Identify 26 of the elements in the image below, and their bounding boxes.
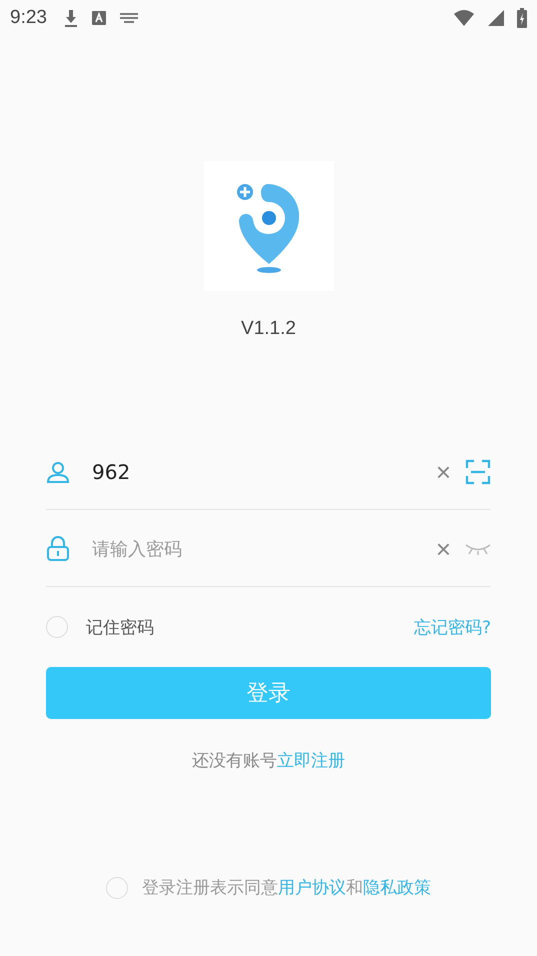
forgot-password-link[interactable]: 忘记密码?: [414, 616, 491, 638]
remember-checkbox[interactable]: [46, 616, 68, 638]
closed-eye-icon[interactable]: [465, 542, 491, 556]
login-button[interactable]: 登录: [46, 667, 491, 719]
agreement-text: 登录注册表示同意用户协议和隐私政策: [142, 877, 431, 899]
lock-icon: [46, 536, 70, 562]
register-prompt: 还没有账号立即注册: [191, 750, 346, 772]
clock: 9:23: [10, 7, 47, 29]
password-field[interactable]: 请输入密码: [84, 534, 422, 564]
register-link[interactable]: 立即注册: [277, 751, 345, 771]
clear-button[interactable]: ×: [436, 459, 451, 485]
privacy-policy-link[interactable]: 隐私政策: [363, 878, 431, 898]
keyboard-letter-icon: [90, 10, 107, 26]
agreement-checkbox[interactable]: [106, 876, 128, 898]
battery-icon: [517, 8, 527, 28]
keyboard-icon: [118, 12, 139, 24]
wifi-icon: [453, 9, 475, 27]
signal-icon: [487, 9, 505, 27]
username-field[interactable]: 962: [84, 456, 422, 488]
user-agreement-link[interactable]: 用户协议: [278, 878, 346, 898]
remember-label: 记住密码: [86, 616, 154, 638]
download-icon: [62, 8, 79, 28]
app-version: V1.1.2: [241, 318, 296, 340]
user-icon: [46, 460, 70, 484]
clear-button[interactable]: ×: [436, 536, 451, 562]
scan-icon[interactable]: [465, 459, 491, 485]
